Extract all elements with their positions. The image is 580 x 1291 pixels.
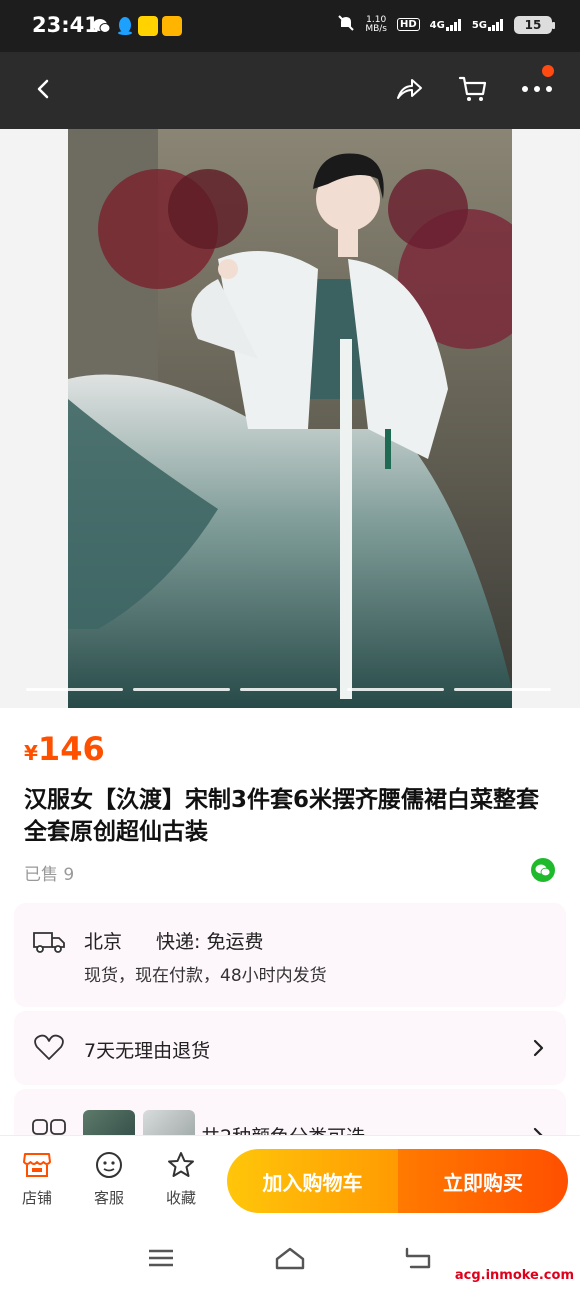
shipping-card[interactable]: 北京 快递: 免运费 现货，现在付款，48小时内发货 [14, 903, 566, 1007]
qq-notification-icon [116, 16, 136, 36]
customer-service-icon [96, 1152, 122, 1178]
returns-card[interactable]: 7天无理由退货 [14, 1011, 566, 1085]
product-price: ¥146 [24, 730, 105, 768]
notification-dot [542, 65, 554, 77]
gallery-indicator [26, 688, 551, 691]
cart-icon [458, 76, 487, 101]
back-icon [37, 79, 49, 99]
weibo-notification-icon [162, 16, 182, 36]
home-button[interactable] [270, 1243, 310, 1273]
battery-indicator: 15 [514, 15, 555, 34]
gallery-dot [133, 688, 230, 691]
status-indicators: 1.10 MB/s HD 4G 5G 15 [337, 14, 555, 35]
top-nav-bar [0, 52, 580, 129]
share-icon [397, 79, 422, 99]
status-bar: 23:41 1.10 MB/s HD 4G 5G 15 [0, 0, 580, 52]
truck-icon [32, 929, 66, 959]
buy-now-button[interactable]: 立即购买 [398, 1149, 568, 1213]
mute-icon [337, 14, 355, 35]
wechat-share-icon[interactable] [531, 858, 555, 882]
shop-button[interactable]: 店铺 [7, 1151, 67, 1208]
return-icon [405, 1247, 431, 1269]
heart-icon [34, 1033, 64, 1065]
status-time: 23:41 [32, 13, 99, 37]
favorite-label: 收藏 [165, 1189, 196, 1207]
menu-icon [149, 1249, 173, 1267]
product-photo [68, 129, 512, 708]
more-icon [522, 86, 552, 92]
chevron-right-icon [532, 1039, 544, 1061]
return-policy: 7天无理由退货 [84, 1040, 211, 1062]
wechat-notification-icon [92, 16, 112, 36]
shipping-note: 现货，现在付款，48小时内发货 [84, 966, 327, 986]
watermark: acg.inmoke.com [454, 1268, 574, 1283]
cart-button[interactable] [450, 66, 496, 112]
bottom-action-bar: 店铺 客服 收藏 加入购物车 立即购买 [0, 1135, 580, 1231]
add-to-cart-button[interactable]: 加入购物车 [227, 1149, 398, 1213]
menu-button[interactable] [141, 1243, 181, 1273]
share-button[interactable] [386, 66, 432, 112]
product-title: 汉服女【汣渡】宋制3件套6米摆齐腰儒裙白菜整套全套原创超仙古装 [24, 787, 540, 845]
gallery-dot [347, 688, 444, 691]
price-value: 146 [37, 730, 105, 768]
gallery-dot [240, 688, 337, 691]
shipping-fee: 快递: 免运费 [156, 931, 264, 953]
hd-badge: HD [396, 18, 420, 31]
shop-icon [23, 1153, 51, 1177]
service-label: 客服 [93, 1189, 124, 1207]
app-notification-icon [138, 16, 158, 36]
signal-4g: 4G [430, 18, 462, 31]
sold-count: 已售 9 [24, 865, 75, 885]
customer-service-button[interactable]: 客服 [79, 1151, 139, 1208]
home-icon [275, 1247, 305, 1270]
net-speed: 1.10 MB/s [365, 15, 387, 34]
back-nav-button[interactable] [398, 1243, 438, 1273]
favorite-button[interactable]: 收藏 [151, 1151, 211, 1208]
net-speed-unit: MB/s [365, 23, 387, 34]
price-currency: ¥ [24, 741, 38, 765]
ship-from-city: 北京 [84, 931, 123, 953]
shop-label: 店铺 [21, 1189, 52, 1207]
gallery-dot [454, 688, 551, 691]
gallery-dot [26, 688, 123, 691]
signal-5g: 5G [472, 18, 504, 31]
product-gallery[interactable] [0, 129, 580, 708]
star-icon [168, 1152, 194, 1177]
back-button[interactable] [20, 66, 66, 112]
